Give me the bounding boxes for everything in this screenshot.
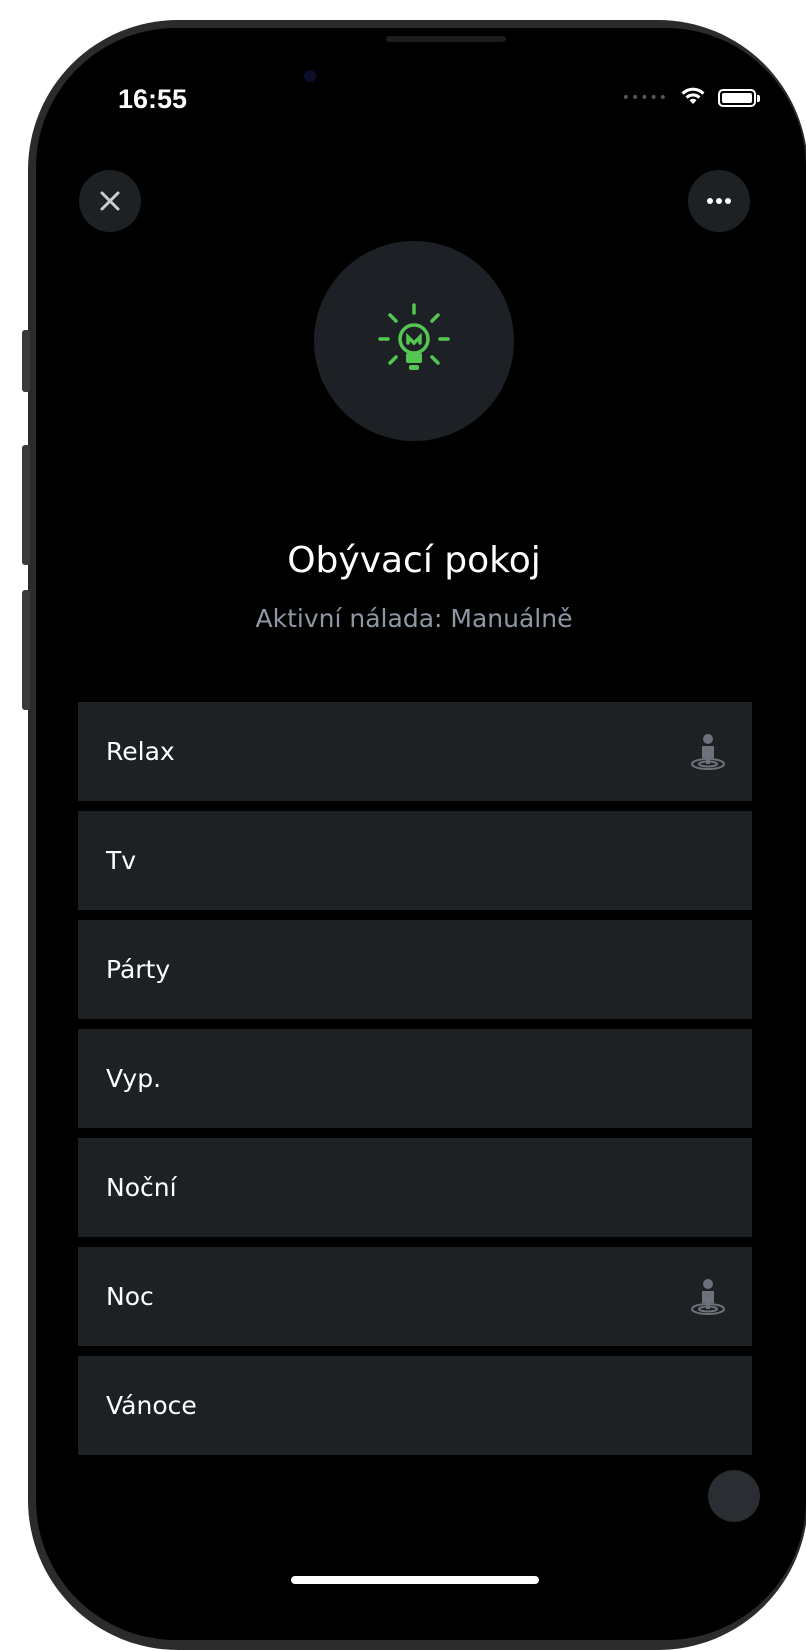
scene-label: Tv bbox=[106, 846, 137, 875]
scene-row-tv[interactable]: Tv bbox=[78, 811, 752, 910]
volume-down-button bbox=[22, 590, 30, 710]
volume-up-button bbox=[22, 445, 30, 565]
speaker-grille bbox=[386, 36, 506, 42]
active-mood-label: Aktivní nálada: Manuálně bbox=[255, 604, 573, 633]
more-options-button[interactable] bbox=[688, 170, 750, 232]
scene-list: Relax Tv Párty Vyp. Noční Noc Vánoce bbox=[78, 702, 752, 1456]
home-indicator[interactable] bbox=[291, 1576, 539, 1584]
scene-row-night[interactable]: Noc bbox=[78, 1247, 752, 1346]
cellular-dots-icon: ••••• bbox=[621, 90, 668, 106]
scene-label: Noc bbox=[106, 1282, 154, 1311]
scene-label: Noční bbox=[106, 1173, 177, 1202]
app-screen: 16:55 ••••• Obývací pokoj Aktivní nálada… bbox=[36, 28, 806, 1640]
scene-row-relax[interactable]: Relax bbox=[78, 702, 752, 801]
wifi-icon bbox=[680, 86, 706, 110]
mute-switch bbox=[22, 330, 30, 392]
close-icon bbox=[100, 191, 120, 211]
room-title: Obývací pokoj bbox=[287, 540, 541, 581]
lightbulb-icon bbox=[378, 303, 450, 370]
room-icon-circle bbox=[314, 241, 514, 441]
more-horizontal-icon bbox=[707, 198, 731, 204]
scene-row-christmas[interactable]: Vánoce bbox=[78, 1356, 752, 1455]
scene-row-night-light[interactable]: Noční bbox=[78, 1138, 752, 1237]
scene-row-party[interactable]: Párty bbox=[78, 920, 752, 1019]
scene-row-off[interactable]: Vyp. bbox=[78, 1029, 752, 1128]
person-pin-icon[interactable] bbox=[688, 732, 728, 772]
status-icons: ••••• bbox=[621, 86, 760, 110]
status-time: 16:55 bbox=[118, 84, 188, 114]
person-pin-icon[interactable] bbox=[688, 1277, 728, 1317]
scene-label: Párty bbox=[106, 955, 171, 984]
scene-label: Vyp. bbox=[106, 1064, 162, 1093]
close-button[interactable] bbox=[79, 170, 141, 232]
scene-label: Relax bbox=[106, 737, 175, 766]
battery-icon bbox=[718, 89, 760, 107]
camera-indicator bbox=[304, 70, 316, 82]
floating-action-button[interactable] bbox=[708, 1470, 760, 1522]
scene-label: Vánoce bbox=[106, 1391, 197, 1420]
